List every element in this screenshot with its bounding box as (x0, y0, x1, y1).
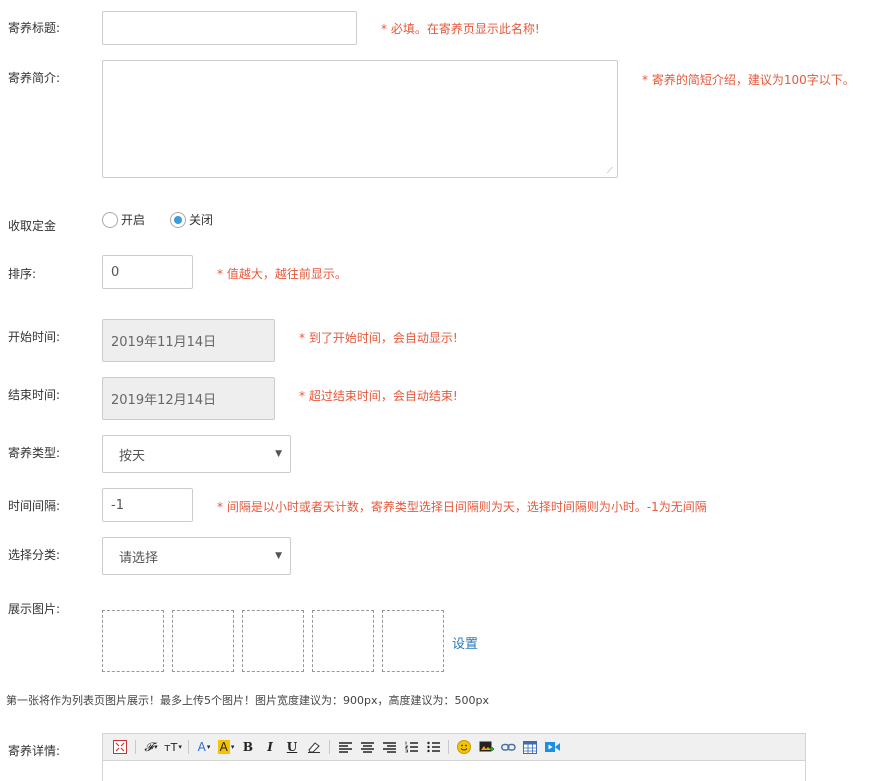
underline-icon[interactable]: U (283, 738, 301, 756)
category-select-value: 请选择 (119, 550, 159, 566)
toolbar-separator (188, 740, 189, 754)
align-left-icon[interactable] (336, 738, 354, 756)
chevron-down-icon: ▼ (275, 449, 282, 459)
resize-handle-icon[interactable]: ⟋ (607, 166, 616, 175)
end-time-hint: * 超过结束时间，会自动结束! (299, 389, 458, 403)
interval-input[interactable]: -1 (102, 488, 193, 522)
set-images-link[interactable]: 设置 (452, 633, 478, 652)
image-slot-3[interactable] (242, 610, 304, 672)
intro-textarea[interactable] (102, 60, 618, 178)
emoji-icon[interactable] (455, 738, 473, 756)
table-icon[interactable] (521, 738, 539, 756)
deposit-label: 收取定金 (8, 219, 57, 233)
title-label: 寄养标题: (8, 21, 61, 35)
deposit-option-close[interactable]: 关闭 (170, 211, 213, 228)
image-slot-2[interactable] (172, 610, 234, 672)
start-time-hint: * 到了开始时间，会自动显示! (299, 331, 458, 345)
video-icon[interactable] (543, 738, 561, 756)
align-center-icon[interactable] (358, 738, 376, 756)
title-hint: * 必填。在寄养页显示此名称! (381, 22, 540, 36)
deposit-option-open[interactable]: 开启 (102, 211, 145, 228)
type-select[interactable]: 按天 ▼ (102, 435, 291, 473)
type-select-value: 按天 (119, 448, 146, 464)
toolbar-separator (329, 740, 330, 754)
category-label: 选择分类: (8, 548, 61, 562)
deposit-open-label: 开启 (121, 213, 146, 227)
font-color-icon[interactable]: A ▾ (195, 738, 213, 756)
chevron-down-icon: ▼ (275, 551, 282, 561)
editor-toolbar: 𝓕 ▾ тT ▾ A ▾ A ▾ B I U (103, 734, 805, 761)
insert-image-icon[interactable] (477, 738, 495, 756)
images-label: 展示图片: (8, 602, 61, 616)
intro-label: 寄养简介: (8, 71, 61, 85)
font-family-glyph: 𝓕 (144, 739, 154, 754)
start-time-label: 开始时间: (8, 330, 61, 344)
radio-close[interactable] (170, 211, 186, 228)
unordered-list-icon[interactable] (424, 738, 442, 756)
toolbar-separator (135, 740, 136, 754)
link-icon[interactable] (499, 738, 517, 756)
type-label: 寄养类型: (8, 446, 61, 460)
start-time-input[interactable]: 2019年11月14日 (102, 319, 275, 362)
image-slot-5[interactable] (382, 610, 444, 672)
deposit-close-label: 关闭 (189, 213, 214, 227)
rich-text-editor[interactable]: 𝓕 ▾ тT ▾ A ▾ A ▾ B I U (102, 733, 806, 781)
align-right-icon[interactable] (380, 738, 398, 756)
interval-label: 时间间隔: (8, 499, 61, 513)
sort-label: 排序: (8, 267, 37, 281)
category-select[interactable]: 请选择 ▼ (102, 537, 291, 575)
bold-icon[interactable]: B (239, 738, 257, 756)
sort-input[interactable]: 0 (102, 255, 193, 289)
highlight-glyph: A (217, 740, 230, 754)
fullscreen-icon[interactable] (111, 738, 129, 756)
font-size-icon[interactable]: тT ▾ (164, 738, 182, 756)
font-color-glyph: A (197, 740, 206, 754)
image-slot-4[interactable] (312, 610, 374, 672)
toolbar-separator (448, 740, 449, 754)
radio-open[interactable] (102, 211, 118, 228)
end-time-input[interactable]: 2019年12月14日 (102, 377, 275, 420)
font-size-glyph: тT (164, 740, 178, 754)
image-slot-1[interactable] (102, 610, 164, 672)
interval-hint: * 间隔是以小时或者天计数，寄养类型选择日间隔则为天，选择时间隔则为小时。-1为… (217, 500, 707, 514)
detail-label: 寄养详情: (8, 744, 61, 758)
title-input[interactable] (102, 11, 357, 45)
intro-hint: * 寄养的简短介绍，建议为100字以下。 (642, 73, 855, 87)
end-time-label: 结束时间: (8, 388, 61, 402)
font-family-icon[interactable]: 𝓕 ▾ (142, 738, 160, 756)
highlight-icon[interactable]: A ▾ (217, 738, 235, 756)
eraser-icon[interactable] (305, 738, 323, 756)
ordered-list-icon[interactable] (402, 738, 420, 756)
italic-icon[interactable]: I (261, 738, 279, 756)
images-note: 第一张将作为列表页图片展示！最多上传5个图片！图片宽度建议为：900px，高度建… (6, 694, 489, 707)
sort-hint: * 值越大，越往前显示。 (217, 267, 347, 281)
